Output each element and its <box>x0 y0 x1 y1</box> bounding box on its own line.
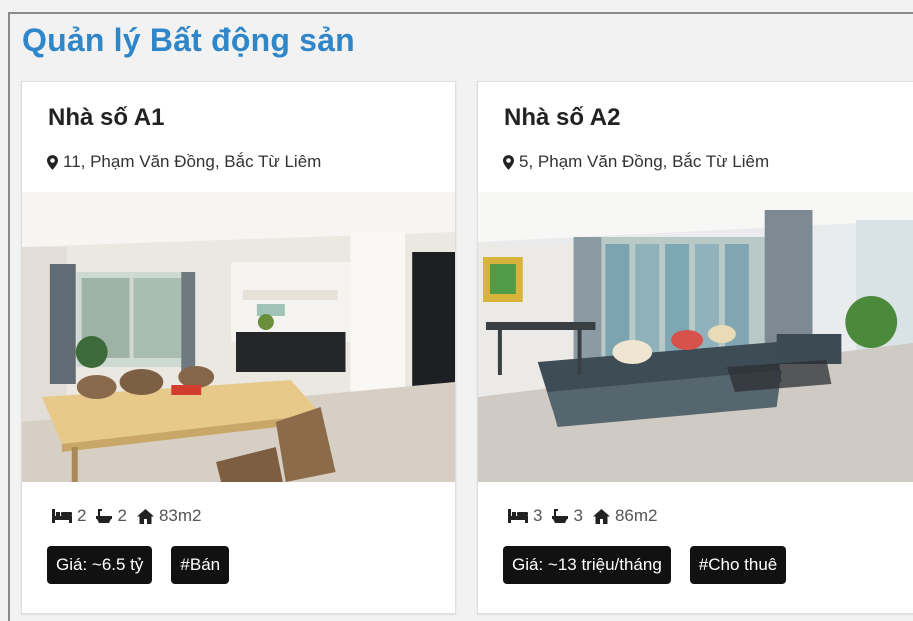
property-features: 3 3 86m2 <box>508 506 667 526</box>
bathrooms-count: 3 <box>573 506 583 525</box>
area-feature: 86m2 <box>592 506 658 526</box>
interior-living-room-image <box>478 192 913 482</box>
bed-icon <box>508 509 528 523</box>
home-icon <box>136 508 154 524</box>
property-photo[interactable] <box>22 192 455 482</box>
property-title: Nhà số A2 <box>504 104 621 131</box>
price-tag[interactable]: Giá: ~6.5 tỷ <box>47 546 153 584</box>
property-features: 2 2 83m2 <box>52 506 211 526</box>
area-feature: 83m2 <box>136 506 202 526</box>
map-marker-icon <box>503 154 514 170</box>
listing-type-tag[interactable]: #Cho thuê <box>689 546 787 584</box>
area-value: 83m2 <box>158 506 202 525</box>
property-photo[interactable] <box>478 192 913 482</box>
property-address-text: 11, Phạm Văn Đồng, Bắc Từ Liêm <box>63 152 322 171</box>
bathrooms-feature: 3 <box>552 506 583 526</box>
bed-icon <box>52 509 72 523</box>
bathrooms-feature: 2 <box>96 506 127 526</box>
property-address-text: 5, Phạm Văn Đồng, Bắc Từ Liêm <box>519 152 770 171</box>
home-icon <box>592 508 610 524</box>
property-title: Nhà số A1 <box>48 104 165 131</box>
interior-kitchen-dining-image <box>22 192 455 482</box>
price-tag[interactable]: Giá: ~13 triệu/tháng <box>503 546 671 584</box>
map-marker-icon <box>47 154 58 170</box>
bedrooms-feature: 3 <box>508 506 542 526</box>
bedrooms-feature: 2 <box>52 506 86 526</box>
listing-type-tag[interactable]: #Bán <box>171 546 230 584</box>
area-value: 86m2 <box>614 506 658 525</box>
bedrooms-count: 3 <box>533 506 543 525</box>
bath-icon <box>96 509 113 523</box>
property-tags: Giá: ~13 triệu/tháng #Cho thuê <box>503 546 805 584</box>
property-card[interactable]: Nhà số A1 11, Phạm Văn Đồng, Bắc Từ Liêm <box>21 81 456 614</box>
bathrooms-count: 2 <box>117 506 127 525</box>
bath-icon <box>552 509 569 523</box>
page-title: Quản lý Bất động sản <box>22 22 355 58</box>
property-address: 11, Phạm Văn Đồng, Bắc Từ Liêm <box>47 152 321 172</box>
bedrooms-count: 2 <box>77 506 87 525</box>
property-tags: Giá: ~6.5 tỷ #Bán <box>47 546 248 584</box>
property-card[interactable]: Nhà số A2 5, Phạm Văn Đồng, Bắc Từ Liêm <box>477 81 913 614</box>
property-address: 5, Phạm Văn Đồng, Bắc Từ Liêm <box>503 152 769 172</box>
